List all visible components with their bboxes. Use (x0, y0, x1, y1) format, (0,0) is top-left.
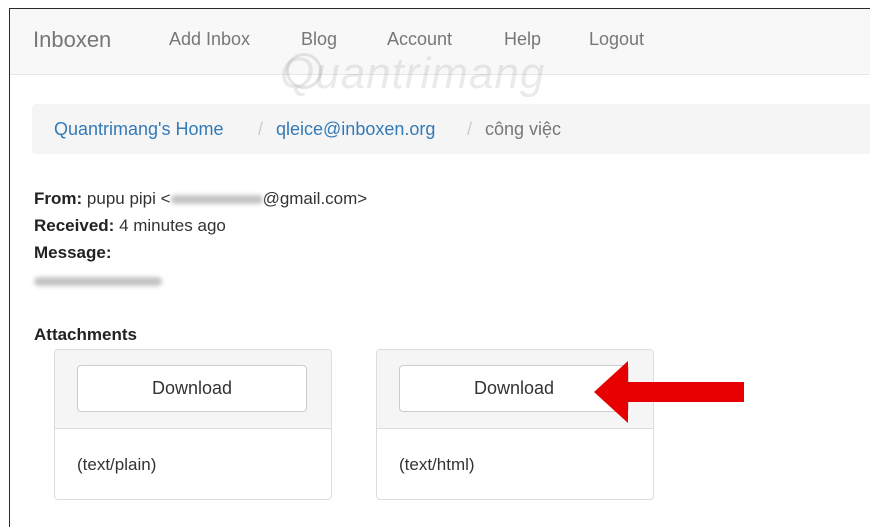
nav-blog[interactable]: Blog (301, 29, 337, 50)
attachment-card-header: Download (377, 350, 653, 429)
from-line: From: pupu pipi < @gmail.com> (34, 189, 367, 209)
message-label: Message: (34, 243, 112, 262)
brand-link[interactable]: Inboxen (33, 27, 111, 53)
message-body (34, 271, 162, 291)
message-line: Message: (34, 243, 111, 263)
attachment-type: (text/plain) (77, 455, 157, 474)
breadcrumb-current: công việc (485, 119, 562, 139)
breadcrumb-home[interactable]: Quantrimang's Home (54, 119, 224, 140)
redacted-message (34, 277, 162, 287)
top-navbar: Inboxen Add Inbox Blog Account Help Logo… (10, 9, 870, 75)
from-domain: @gmail.com> (262, 189, 368, 208)
attachment-type: (text/html) (399, 455, 475, 474)
breadcrumb: Quantrimang's Home / qleice@inboxen.org … (32, 104, 870, 154)
from-label: From: (34, 189, 83, 208)
nav-account[interactable]: Account (387, 29, 452, 50)
redacted-email (170, 195, 263, 205)
nav-logout[interactable]: Logout (589, 29, 644, 50)
attachments-title: Attachments (34, 325, 137, 344)
received-value: 4 minutes ago (119, 216, 226, 235)
received-line: Received: 4 minutes ago (34, 216, 226, 236)
from-name: pupu pipi < (86, 189, 171, 208)
breadcrumb-separator: / (258, 119, 264, 139)
nav-help[interactable]: Help (504, 29, 541, 50)
attachment-card: Download (text/html) (376, 349, 654, 500)
attachment-card-header: Download (55, 350, 331, 429)
download-button[interactable]: Download (399, 365, 629, 412)
nav-add-inbox[interactable]: Add Inbox (169, 29, 250, 50)
download-button[interactable]: Download (77, 365, 307, 412)
breadcrumb-separator: / (467, 119, 473, 139)
browser-page: Inboxen Add Inbox Blog Account Help Logo… (9, 8, 870, 527)
breadcrumb-inbox[interactable]: qleice@inboxen.org (276, 119, 435, 140)
received-label: Received: (34, 216, 115, 235)
attachment-card: Download (text/plain) (54, 349, 332, 500)
